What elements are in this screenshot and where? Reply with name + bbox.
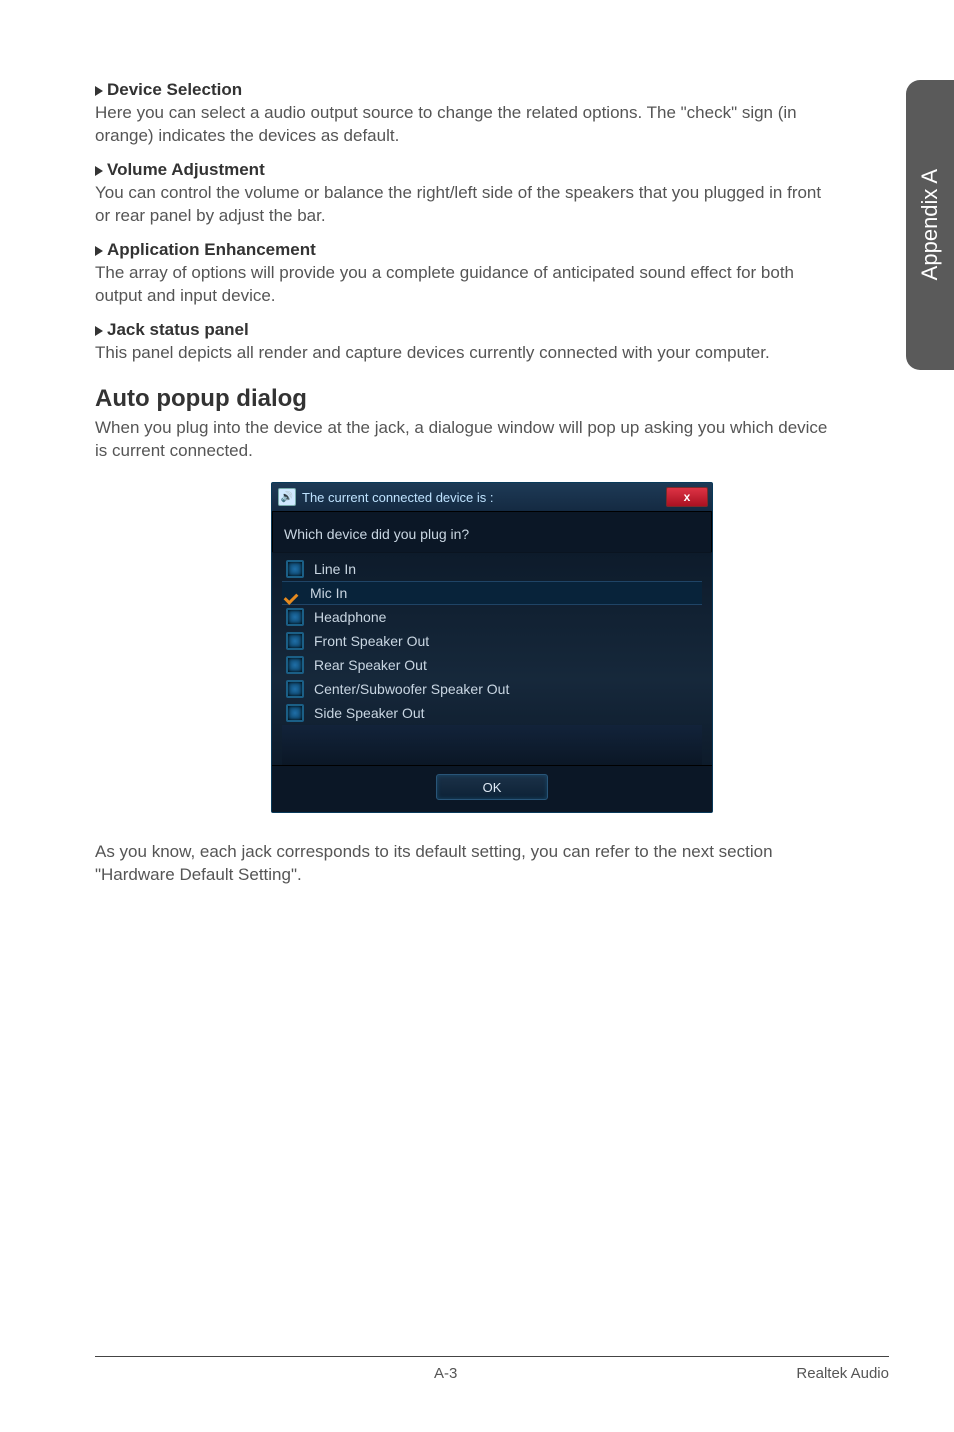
device-label: Rear Speaker Out bbox=[314, 657, 427, 673]
jack-icon bbox=[286, 680, 304, 698]
device-label: Line In bbox=[314, 561, 356, 577]
section-body: This panel depicts all render and captur… bbox=[95, 342, 835, 365]
device-label: Front Speaker Out bbox=[314, 633, 429, 649]
side-tab-label: Appendix A bbox=[917, 169, 943, 280]
list-item[interactable]: Front Speaker Out bbox=[282, 629, 702, 653]
auto-popup-intro: When you plug into the device at the jac… bbox=[95, 417, 835, 463]
device-label: Center/Subwoofer Speaker Out bbox=[314, 681, 509, 697]
close-button[interactable]: x bbox=[666, 487, 708, 507]
section-application-enhancement: Application Enhancement The array of opt… bbox=[95, 240, 835, 308]
list-item[interactable]: Headphone bbox=[282, 605, 702, 629]
device-label: Mic In bbox=[310, 585, 347, 601]
footer-page-number: A-3 bbox=[95, 1365, 796, 1382]
list-item[interactable]: Side Speaker Out bbox=[282, 701, 702, 725]
dialog-button-row: OK bbox=[272, 765, 712, 812]
closing-text: As you know, each jack corresponds to it… bbox=[95, 841, 835, 887]
page-footer: A-3 Realtek Audio bbox=[95, 1356, 889, 1382]
jack-icon bbox=[286, 608, 304, 626]
jack-icon bbox=[286, 704, 304, 722]
list-item[interactable]: Center/Subwoofer Speaker Out bbox=[282, 677, 702, 701]
jack-icon bbox=[286, 560, 304, 578]
list-item[interactable]: Mic In bbox=[282, 581, 702, 605]
check-icon bbox=[286, 586, 300, 600]
section-title: Device Selection bbox=[95, 80, 835, 100]
arrow-icon bbox=[95, 326, 103, 336]
list-item[interactable]: Rear Speaker Out bbox=[282, 653, 702, 677]
list-item[interactable]: Line In bbox=[282, 557, 702, 581]
section-title: Volume Adjustment bbox=[95, 160, 835, 180]
section-title: Jack status panel bbox=[95, 320, 835, 340]
dialog-titlebar: 🔊 The current connected device is : x bbox=[272, 483, 712, 512]
dialog-screenshot: 🔊 The current connected device is : x Wh… bbox=[95, 482, 889, 813]
section-title-text: Jack status panel bbox=[107, 320, 249, 339]
section-title-text: Volume Adjustment bbox=[107, 160, 265, 179]
section-title-text: Device Selection bbox=[107, 80, 242, 99]
dialog-device-list: Line In Mic In Headphone Front Speaker O… bbox=[272, 553, 712, 765]
dialog-title-text: The current connected device is : bbox=[302, 490, 494, 505]
device-label: Side Speaker Out bbox=[314, 705, 425, 721]
section-device-selection: Device Selection Here you can select a a… bbox=[95, 80, 835, 148]
arrow-icon bbox=[95, 246, 103, 256]
section-title-text: Application Enhancement bbox=[107, 240, 316, 259]
arrow-icon bbox=[95, 86, 103, 96]
section-volume-adjustment: Volume Adjustment You can control the vo… bbox=[95, 160, 835, 228]
section-body: The array of options will provide you a … bbox=[95, 262, 835, 308]
jack-icon bbox=[286, 632, 304, 650]
footer-section: Realtek Audio bbox=[796, 1365, 889, 1382]
speaker-icon: 🔊 bbox=[278, 488, 296, 506]
side-tab-appendix: Appendix A bbox=[906, 80, 954, 370]
dialog-spacer bbox=[282, 725, 702, 765]
section-jack-status-panel: Jack status panel This panel depicts all… bbox=[95, 320, 835, 365]
section-title: Application Enhancement bbox=[95, 240, 835, 260]
device-dialog: 🔊 The current connected device is : x Wh… bbox=[271, 482, 713, 813]
page-content: Device Selection Here you can select a a… bbox=[0, 0, 954, 887]
section-body: You can control the volume or balance th… bbox=[95, 182, 835, 228]
dialog-title-left: 🔊 The current connected device is : bbox=[278, 488, 494, 506]
device-label: Headphone bbox=[314, 609, 386, 625]
arrow-icon bbox=[95, 166, 103, 176]
jack-icon bbox=[286, 656, 304, 674]
close-icon: x bbox=[684, 490, 691, 504]
auto-popup-heading: Auto popup dialog bbox=[95, 385, 889, 413]
ok-label: OK bbox=[483, 780, 502, 795]
section-body: Here you can select a audio output sourc… bbox=[95, 102, 835, 148]
dialog-prompt: Which device did you plug in? bbox=[272, 512, 712, 553]
ok-button[interactable]: OK bbox=[436, 774, 548, 800]
